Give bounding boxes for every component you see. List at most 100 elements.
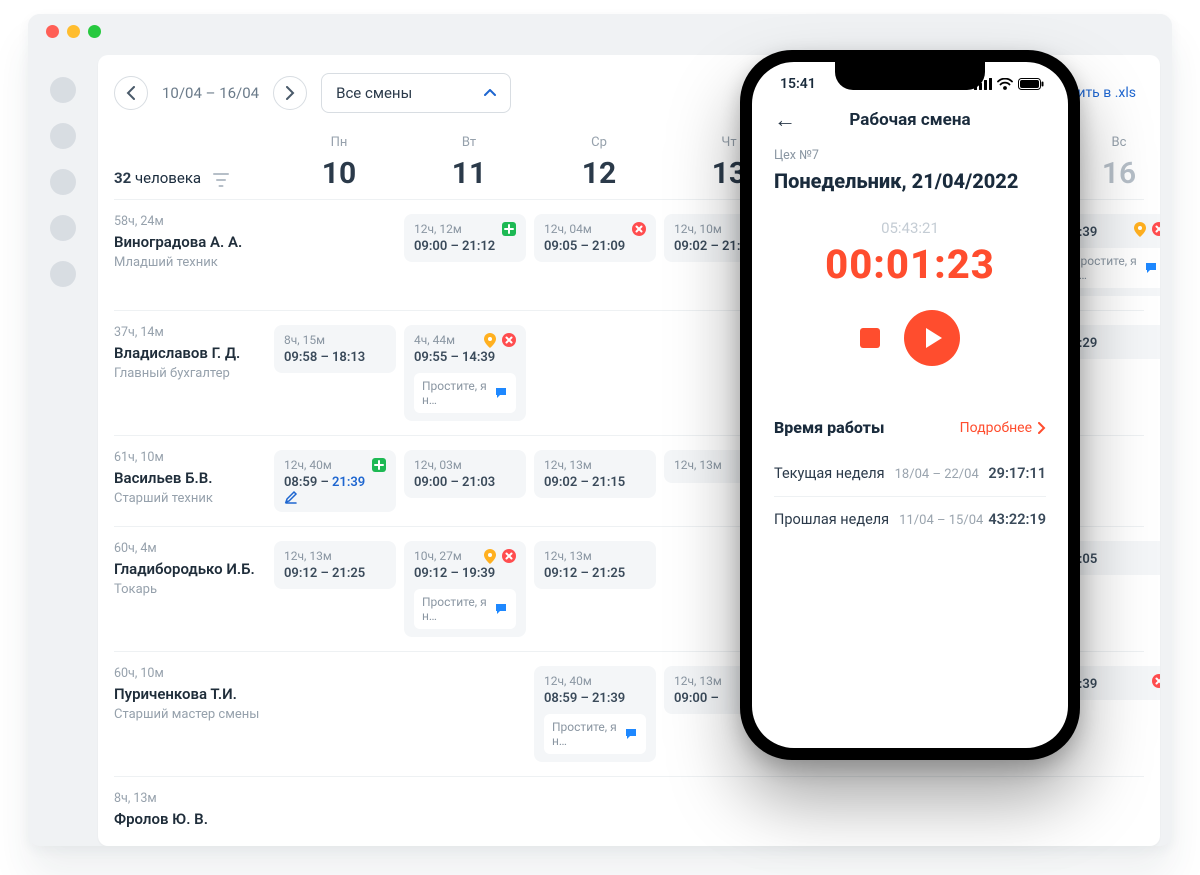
traffic-zoom-icon[interactable] [88,25,101,38]
shift-card[interactable]: 12ч, 04м 09:05 – 21:09 [534,214,656,262]
timer-current: 00:01:23 [752,241,1068,288]
sidebar-item[interactable] [50,261,76,287]
shift-card[interactable]: 8ч, 15м 09:58 – 18:13 [274,325,396,373]
sidebar-item[interactable] [50,215,76,241]
section-title: Время работы [774,418,884,437]
employee-info: 37ч, 14м Владиславов Г. Д. Главный бухга… [114,325,274,421]
employee-row: 8ч, 13м Фролов Ю. В. [114,776,1144,846]
shift-card[interactable]: 12ч, 40м 08:59 – 21:39 Простите, я н… [534,666,656,762]
employee-role: Старший техник [114,491,266,506]
sidebar-item[interactable] [50,77,76,103]
traffic-minimize-icon[interactable] [67,25,80,38]
day-number: 10 [274,156,404,191]
comment-icon [624,727,638,741]
week-row[interactable]: Текущая неделя18/04 – 22/04 29:17:11 [774,451,1046,497]
shift-time: 09:00 – 21:03 [414,475,516,490]
shift-card[interactable]: 12ч, 13м 09:12 – 21:25 [274,541,396,589]
error-icon [502,549,516,564]
shift-note[interactable]: Простите, я н… [414,589,516,629]
comment-icon [1144,261,1158,275]
people-count-word: человека [135,169,201,187]
shift-time: 08:59 – 21:39 [284,475,386,504]
shift-card[interactable]: 12ч, 13м 09:02 – 21:15 [534,450,656,498]
shift-select[interactable]: Все смены [321,73,511,113]
error-icon [1152,674,1160,688]
sidebar-item[interactable] [50,123,76,149]
edit-icon[interactable] [284,490,386,504]
shift-note[interactable]: Простите, я н… [414,373,516,413]
filter-icon[interactable] [213,173,229,187]
employee-name: Васильев Б.В. [114,469,266,487]
shift-duration: 12ч, 40м [284,458,386,472]
status-time: 15:41 [780,76,816,92]
employee-name: Пуриченкова Т.И. [114,685,266,703]
employee-hours: 8ч, 13м [114,791,266,806]
day-number: 12 [534,156,664,191]
shift-card[interactable]: 10ч, 27м 09:12 – 19:39 Простите, я н… [404,541,526,637]
shift-time: 09:12 – 21:25 [284,566,386,581]
shift-card[interactable]: 4ч, 44м 09:55 – 14:39 Простите, я н… [404,325,526,421]
shift-select-label: Все смены [336,84,412,102]
more-button[interactable]: Подробнее [960,420,1046,436]
employee-hours: 60ч, 10м [114,666,266,681]
day-title: Понедельник, 21/04/2022 [774,169,1046,193]
week-rows: Текущая неделя18/04 – 22/04 29:17:11Прош… [774,451,1046,542]
employee-role: Младший техник [114,255,266,270]
shift-note[interactable]: Простите, я н… [544,714,646,754]
week-row[interactable]: Прошлая неделя11/04 – 15/04 43:22:19 [774,497,1046,542]
timer-elapsed: 05:43:21 [752,219,1068,237]
shift-duration: 12ч, 12м [414,222,516,236]
more-label: Подробнее [960,420,1032,436]
comment-icon [494,386,508,400]
day-cell [664,791,794,832]
day-of-week: Пн [274,135,404,150]
plus-icon [372,458,386,472]
shift-card[interactable]: 12ч, 03м 09:00 – 21:03 [404,450,526,498]
phone-navbar: ← Рабочая смена [752,110,1068,130]
week-value: 43:22:19 [988,511,1046,528]
shift-time: 09:05 – 21:09 [544,239,646,254]
traffic-close-icon[interactable] [46,25,59,38]
day-cell [274,666,404,762]
week-value: 29:17:11 [988,465,1046,482]
week-range: 11/04 – 15/04 [899,513,983,528]
play-button[interactable] [904,310,960,366]
shift-duration: 8ч, 15м [284,333,386,347]
shift-time: 08:59 – 21:39 [544,691,646,706]
next-week-button[interactable] [273,76,307,110]
sidebar-item[interactable] [50,169,76,195]
day-cell: 12ч, 12м 09:00 – 21:12 [404,214,534,296]
battery-icon [1018,78,1044,90]
day-cell: 12ч, 04м 09:05 – 21:09 [534,214,664,296]
shop-label: Цех №7 [774,148,1046,163]
day-cell [794,791,924,832]
chevron-right-icon [285,86,295,100]
plus-icon [502,222,516,236]
shift-card[interactable]: 12ч, 12м 09:00 – 21:12 [404,214,526,262]
shift-card[interactable]: 12ч, 13м 09:12 – 21:25 [534,541,656,589]
day-number: 11 [404,156,534,191]
titlebar [28,14,1172,49]
shift-time: 09:55 – 14:39 [414,350,516,365]
day-cell: 12ч, 13м 09:02 – 21:15 [534,450,664,512]
day-column: Пн 10 [274,135,404,191]
employee-hours: 60ч, 4м [114,541,266,556]
error-icon [632,222,646,236]
employee-info: 58ч, 24м Виноградова А. А. Младший техни… [114,214,274,296]
day-cell: 12ч, 40м 08:59 – 21:39 [274,450,404,512]
employee-hours: 61ч, 10м [114,450,266,465]
day-of-week: Ср [534,135,664,150]
day-cell: 8ч, 15м 09:58 – 18:13 [274,325,404,421]
shift-card[interactable]: 12ч, 40м 08:59 – 21:39 [274,450,396,512]
location-icon [484,333,496,348]
day-cell: 12ч, 03м 09:00 – 21:03 [404,450,534,512]
stop-button[interactable] [860,328,880,348]
shift-duration: 12ч, 40м [544,674,646,688]
shift-time: 09:02 – 21:15 [544,475,646,490]
employee-info: 60ч, 4м Гладибородько И.Б. Токарь [114,541,274,637]
prev-week-button[interactable] [114,76,148,110]
shift-duration: 12ч, 13м [544,458,646,472]
employee-name: Фролов Ю. В. [114,810,266,828]
back-button[interactable]: ← [774,107,796,133]
day-of-week: Вт [404,135,534,150]
